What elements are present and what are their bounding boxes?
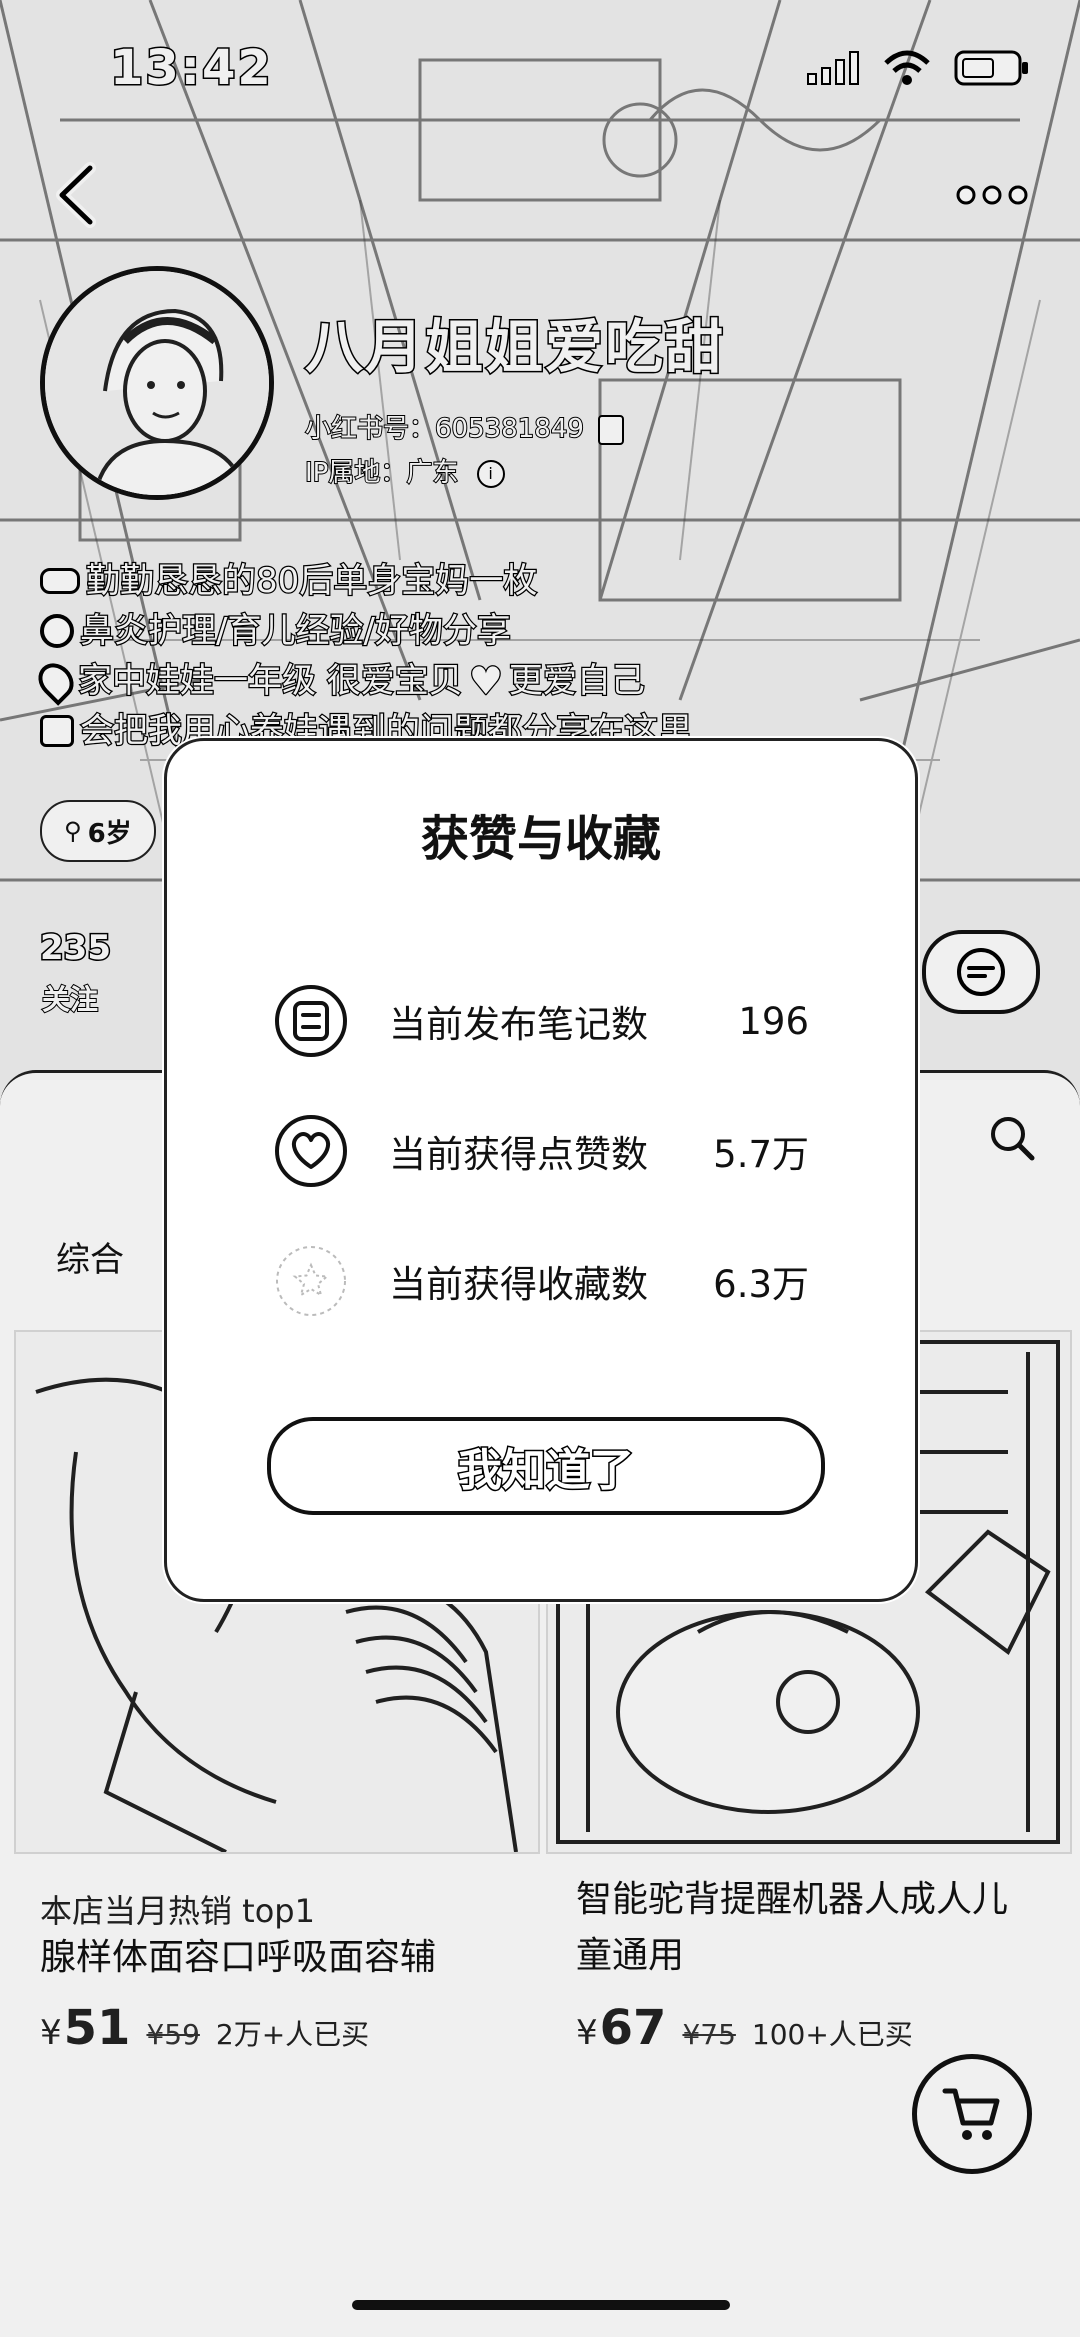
stat-value: 196 xyxy=(738,999,809,1043)
stat-value: 5.7万 xyxy=(713,1133,809,1176)
stat-label: 当前获得收藏数 xyxy=(389,1263,648,1306)
stat-row-collections: 当前获得收藏数 6.3万 xyxy=(273,1241,893,1321)
stat-row-likes: 当前获得点赞数 5.7万 xyxy=(273,1111,893,1191)
likes-collections-dialog: 获赞与收藏 当前发布笔记数 196 当前获得点赞数 5.7万 当前获得收藏数 6… xyxy=(164,738,918,1602)
star-icon xyxy=(273,1243,349,1319)
stat-label: 当前发布笔记数 xyxy=(389,1003,648,1046)
dialog-title: 获赞与收藏 xyxy=(420,811,661,867)
note-icon xyxy=(273,983,349,1059)
heart-icon xyxy=(273,1113,349,1189)
stat-value: 6.3万 xyxy=(713,1263,809,1306)
stat-label: 当前获得点赞数 xyxy=(389,1133,648,1176)
stat-row-notes: 当前发布笔记数 196 xyxy=(273,981,893,1061)
got-it-button[interactable]: 我知道了 xyxy=(267,1417,825,1515)
